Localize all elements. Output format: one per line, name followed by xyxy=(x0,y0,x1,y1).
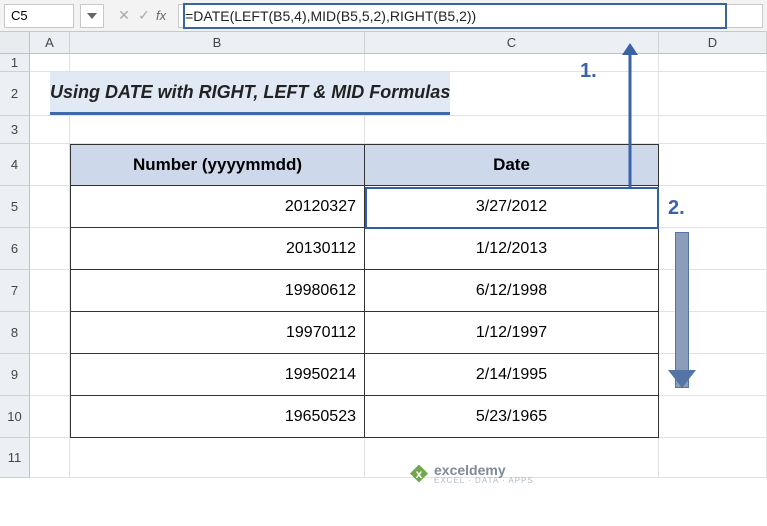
cell[interactable] xyxy=(30,354,70,396)
cell[interactable] xyxy=(70,438,365,478)
table-header[interactable]: Date xyxy=(365,144,659,186)
col-header[interactable]: A xyxy=(30,32,70,54)
cell[interactable] xyxy=(30,438,70,478)
row: 10 19650523 5/23/1965 xyxy=(0,396,767,438)
cell[interactable] xyxy=(659,144,767,186)
cell[interactable] xyxy=(659,116,767,144)
cell[interactable] xyxy=(30,116,70,144)
row: 9 19950214 2/14/1995 xyxy=(0,354,767,396)
row-header[interactable]: 4 xyxy=(0,144,30,186)
row: 11 xyxy=(0,438,767,478)
table-cell-date[interactable]: 1/12/1997 xyxy=(365,312,659,354)
fx-icon[interactable]: fx xyxy=(156,8,166,23)
table-cell-num[interactable]: 19970112 xyxy=(70,312,365,354)
annotation-arrow-down xyxy=(668,232,696,402)
row-header[interactable]: 5 xyxy=(0,186,30,228)
table-cell-num[interactable]: 20120327 xyxy=(70,186,365,228)
cell[interactable] xyxy=(659,396,767,438)
cell[interactable] xyxy=(70,54,365,72)
page-title: Using DATE with RIGHT, LEFT & MID Formul… xyxy=(50,72,450,115)
row-header[interactable]: 7 xyxy=(0,270,30,312)
row: 6 20130112 1/12/2013 xyxy=(0,228,767,270)
col-header[interactable]: B xyxy=(70,32,365,54)
table-cell-date[interactable]: 6/12/1998 xyxy=(365,270,659,312)
cell[interactable] xyxy=(659,54,767,72)
table-header[interactable]: Number (yyyymmdd) xyxy=(70,144,365,186)
row-header[interactable]: 1 xyxy=(0,54,30,72)
row-header[interactable]: 2 xyxy=(0,72,30,116)
spreadsheet-grid: A B C D 1 2 Using DATE with RIGHT, LEFT … xyxy=(0,32,767,478)
table-cell-date[interactable]: 2/14/1995 xyxy=(365,354,659,396)
rows: 1 2 Using DATE with RIGHT, LEFT & MID Fo… xyxy=(0,54,767,478)
row-header[interactable]: 3 xyxy=(0,116,30,144)
row-header[interactable]: 11 xyxy=(0,438,30,478)
row: 5 20120327 3/27/2012 xyxy=(0,186,767,228)
watermark-text: exceldemy EXCEL · DATA · APPS xyxy=(434,462,534,485)
col-header[interactable]: D xyxy=(659,32,767,54)
row: 8 19970112 1/12/1997 xyxy=(0,312,767,354)
row-header[interactable]: 9 xyxy=(0,354,30,396)
formula-text: =DATE(LEFT(B5,4),MID(B5,5,2),RIGHT(B5,2)… xyxy=(185,8,476,24)
table-cell-num[interactable]: 20130112 xyxy=(70,228,365,270)
cell[interactable] xyxy=(365,116,659,144)
watermark: exceldemy EXCEL · DATA · APPS xyxy=(410,462,534,485)
annotation-step-2: 2. xyxy=(668,197,685,220)
fx-controls: ✕ ✓ fx xyxy=(110,7,172,24)
name-box-dropdown[interactable] xyxy=(80,4,104,28)
title-cell[interactable]: Using DATE with RIGHT, LEFT & MID Formul… xyxy=(30,72,659,116)
annotation-step-1: 1. xyxy=(580,60,597,83)
table-cell-num[interactable]: 19950214 xyxy=(70,354,365,396)
formula-bar: C5 ✕ ✓ fx =DATE(LEFT(B5,4),MID(B5,5,2),R… xyxy=(0,0,767,32)
table-cell-num[interactable]: 19650523 xyxy=(70,396,365,438)
cell[interactable] xyxy=(30,186,70,228)
cell[interactable] xyxy=(365,54,659,72)
select-all-corner[interactable] xyxy=(0,32,30,54)
cell[interactable] xyxy=(30,312,70,354)
cell[interactable] xyxy=(30,228,70,270)
column-headers: A B C D xyxy=(0,32,767,54)
table-cell-date[interactable]: 1/12/2013 xyxy=(365,228,659,270)
table-cell-date[interactable]: 5/23/1965 xyxy=(365,396,659,438)
cell[interactable] xyxy=(30,144,70,186)
cancel-icon[interactable]: ✕ xyxy=(116,7,132,24)
enter-icon[interactable]: ✓ xyxy=(136,7,152,24)
row: 1 xyxy=(0,54,767,72)
row: 4 Number (yyyymmdd) Date xyxy=(0,144,767,186)
row-header[interactable]: 10 xyxy=(0,396,30,438)
cell[interactable] xyxy=(659,438,767,478)
formula-input[interactable]: =DATE(LEFT(B5,4),MID(B5,5,2),RIGHT(B5,2)… xyxy=(178,4,763,28)
cell[interactable] xyxy=(30,54,70,72)
chevron-down-icon xyxy=(87,13,97,19)
table-cell-num[interactable]: 19980612 xyxy=(70,270,365,312)
name-box-value: C5 xyxy=(11,8,28,23)
name-box[interactable]: C5 xyxy=(4,4,74,28)
row-header[interactable]: 8 xyxy=(0,312,30,354)
row: 7 19980612 6/12/1998 xyxy=(0,270,767,312)
col-header[interactable]: C xyxy=(365,32,659,54)
annotation-arrow-up xyxy=(620,35,640,187)
row: 3 xyxy=(0,116,767,144)
row-header[interactable]: 6 xyxy=(0,228,30,270)
row: 2 Using DATE with RIGHT, LEFT & MID Form… xyxy=(0,72,767,116)
cell[interactable] xyxy=(30,270,70,312)
cell[interactable] xyxy=(659,72,767,116)
table-cell-date[interactable]: 3/27/2012 xyxy=(365,186,659,228)
cell[interactable] xyxy=(30,396,70,438)
watermark-logo-icon xyxy=(410,465,428,483)
cell[interactable] xyxy=(70,116,365,144)
